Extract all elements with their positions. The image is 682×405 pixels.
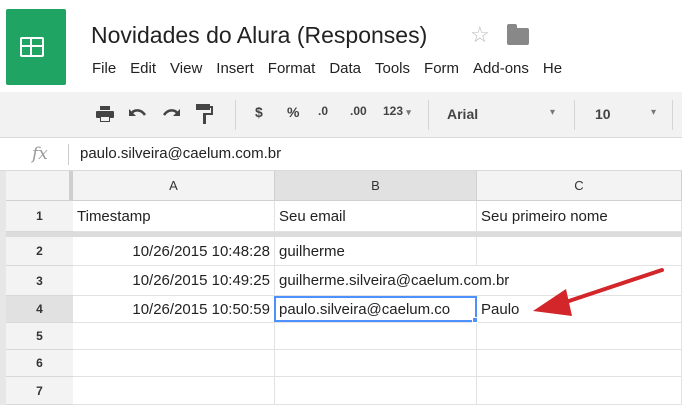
menu-view[interactable]: View (170, 60, 202, 77)
star-icon[interactable]: ☆ (470, 22, 490, 48)
menu-edit[interactable]: Edit (130, 60, 156, 77)
menu-form[interactable]: Form (424, 60, 459, 77)
increase-decimals-button[interactable]: .00 (350, 104, 367, 118)
fx-icon: fx (32, 144, 48, 164)
google-sheets-logo-icon[interactable] (6, 9, 66, 85)
font-size-value: 10 (595, 106, 611, 122)
print-icon[interactable] (96, 106, 114, 122)
document-title[interactable]: Novidades do Alura (Responses) (91, 22, 427, 49)
chevron-down-icon: ▾ (650, 107, 656, 118)
font-family-value: Arial (447, 106, 479, 122)
folder-icon[interactable] (507, 24, 529, 45)
percent-format-button[interactable]: % (287, 104, 299, 120)
menu-insert[interactable]: Insert (216, 60, 254, 77)
menu-tools[interactable]: Tools (375, 60, 410, 77)
spreadsheet-grid: A B C 1 Timestamp Seu email Seu primeiro… (0, 171, 682, 405)
menu-data[interactable]: Data (329, 60, 361, 77)
menu-add-ons[interactable]: Add-ons (473, 60, 529, 77)
title-header: Novidades do Alura (Responses) ☆ File Ed… (0, 0, 682, 92)
font-size-select[interactable]: 10 ▾ (580, 100, 670, 130)
paint-format-icon[interactable] (196, 104, 214, 124)
undo-icon[interactable] (129, 107, 147, 121)
toolbar: $ % .0 .00 123 ▾ Arial ▾ 10 ▾ (0, 92, 682, 138)
menu-file[interactable]: File (92, 60, 116, 77)
decrease-decimals-button[interactable]: .0 (318, 104, 328, 118)
font-family-select[interactable]: Arial ▾ (432, 100, 569, 130)
more-formats-button[interactable]: 123 ▾ (383, 104, 411, 118)
annotation-arrow-icon (533, 268, 664, 316)
menu-bar: File Edit View Insert Format Data Tools … (92, 60, 576, 77)
formula-input[interactable]: paulo.silveira@caelum.com.br (80, 145, 281, 162)
menu-format[interactable]: Format (268, 60, 316, 77)
menu-help[interactable]: He (543, 60, 562, 77)
redo-icon[interactable] (162, 107, 180, 121)
chevron-down-icon: ▾ (549, 107, 555, 118)
currency-format-button[interactable]: $ (255, 104, 263, 120)
formula-bar: fx paulo.silveira@caelum.com.br (0, 138, 682, 171)
